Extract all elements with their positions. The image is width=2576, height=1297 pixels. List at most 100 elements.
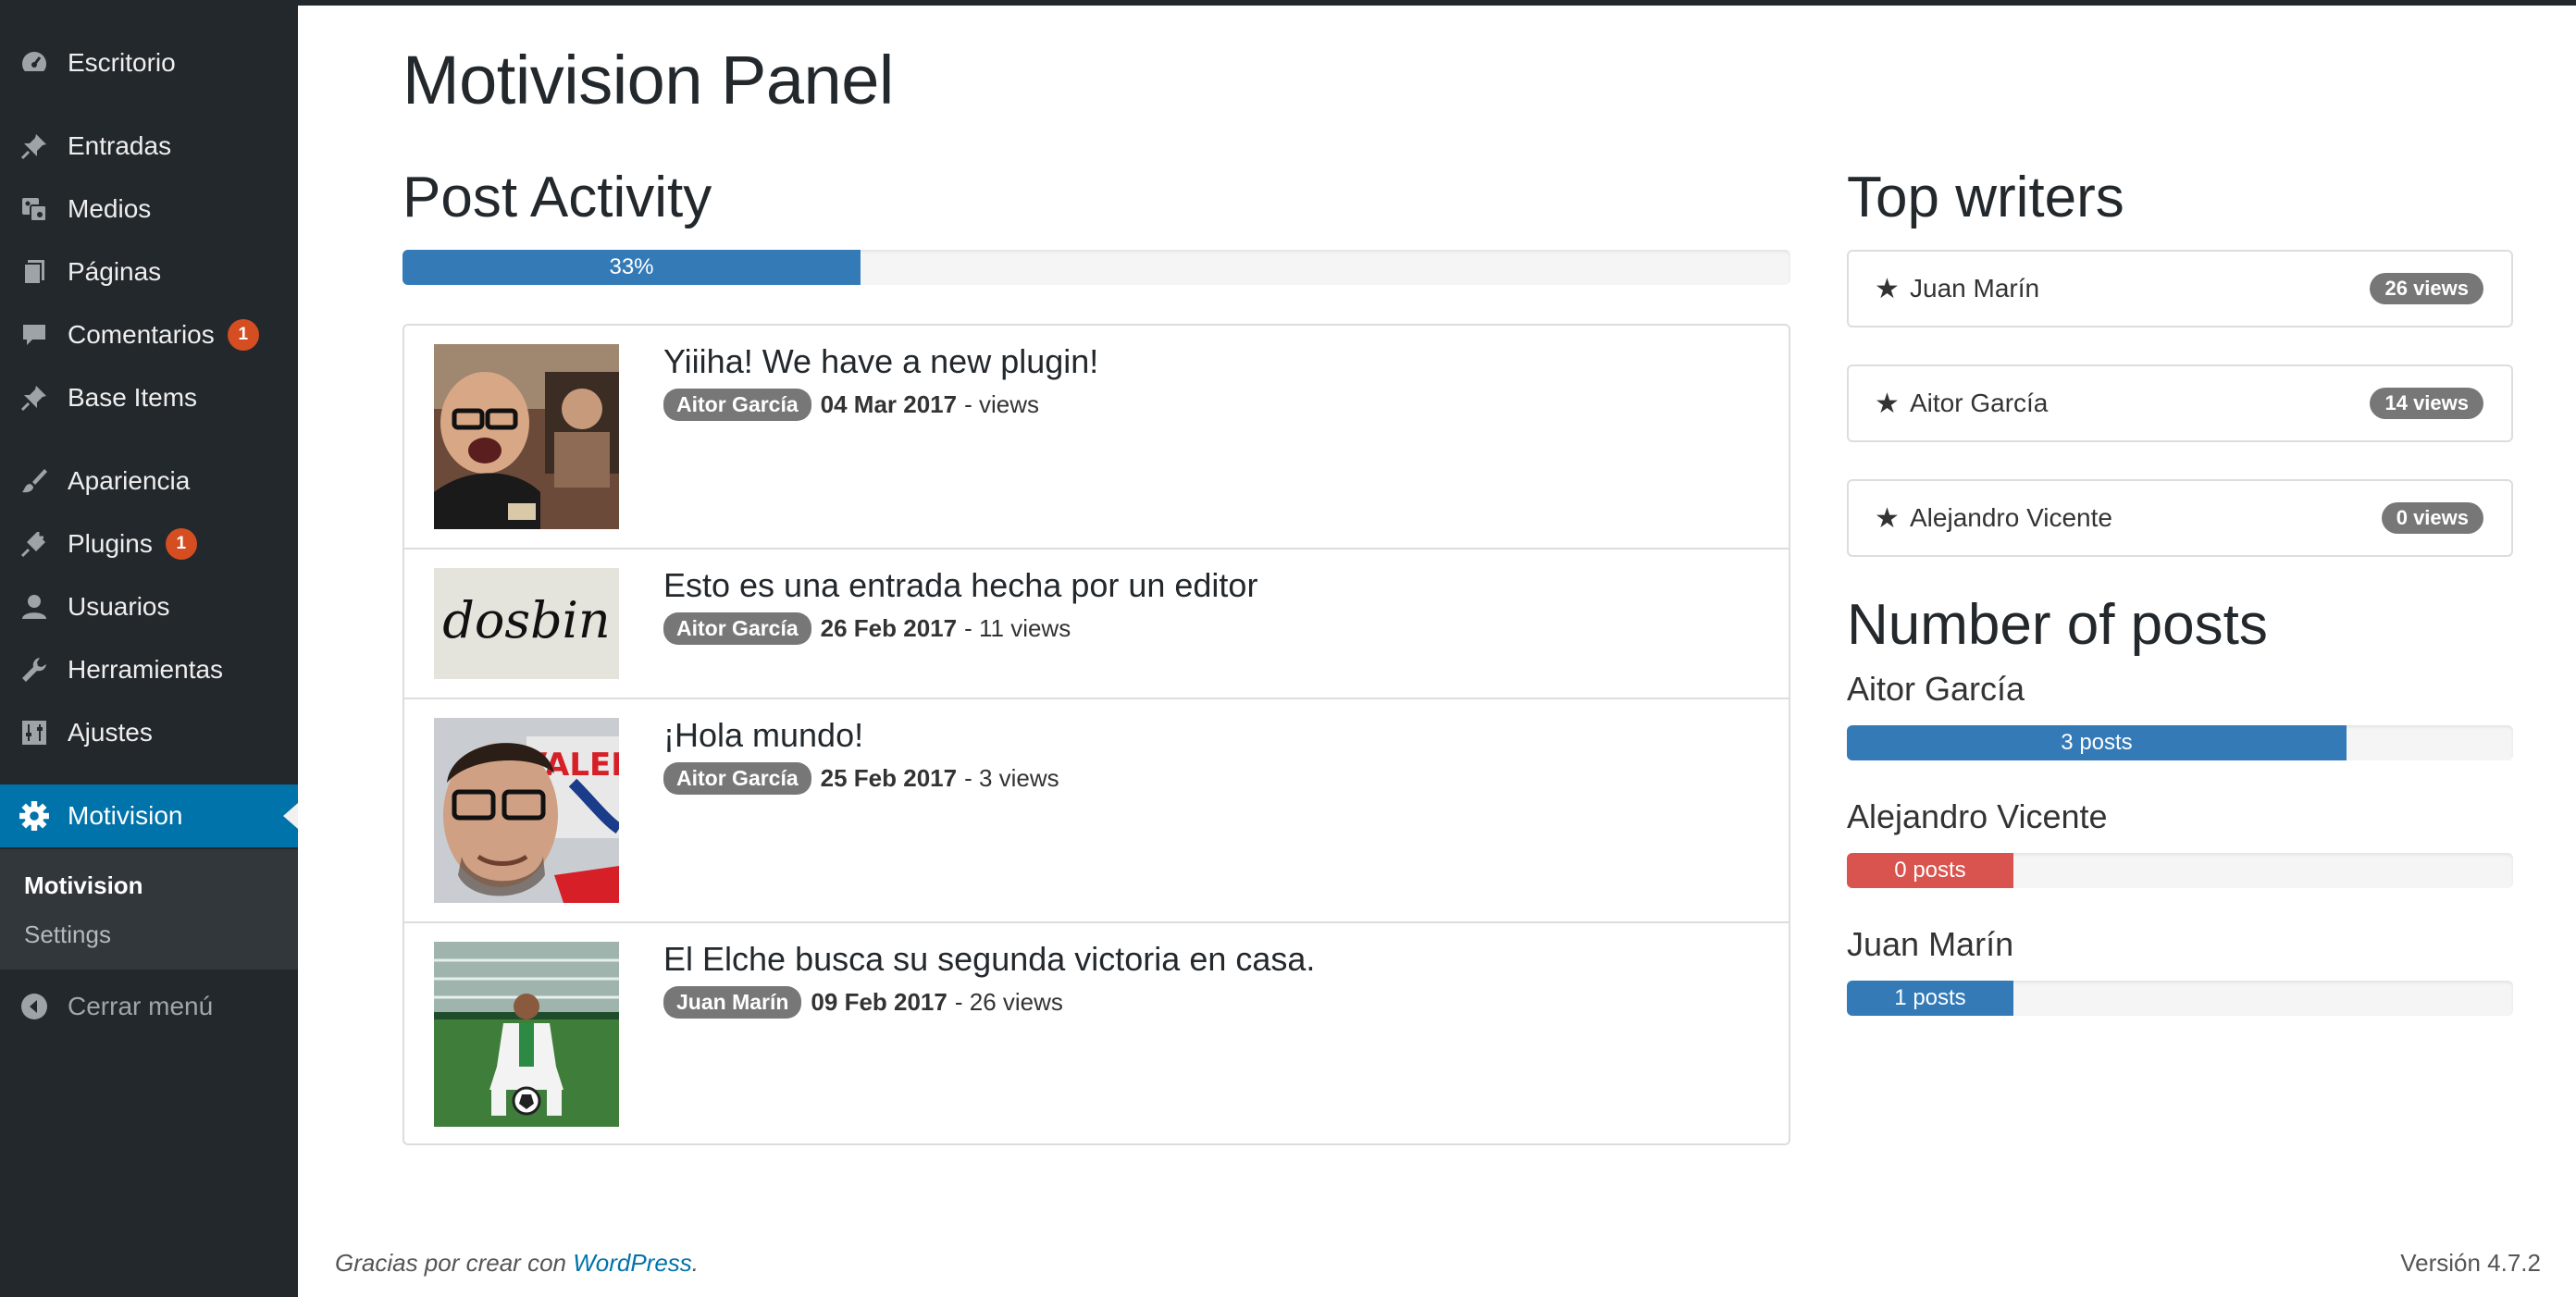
post-views: - 3 views [964, 764, 1059, 792]
post-meta: Aitor García 04 Mar 2017 - views [663, 389, 1046, 421]
author-label[interactable]: Aitor García [663, 762, 811, 795]
post-item: dosbin Esto es una entrada hecha por un … [404, 550, 1789, 699]
posts-count-progress: 1 posts [1847, 981, 2513, 1016]
number-of-posts-title: Number of posts [1847, 593, 2268, 657]
star-icon: ★ [1875, 273, 1900, 304]
menu-item-motivision[interactable]: Motivision [0, 784, 298, 847]
settings-sliders-icon [19, 717, 50, 748]
menu-item-paginas[interactable]: Páginas [0, 241, 298, 303]
menu-item-label: Motivision [68, 801, 183, 830]
gear-icon [19, 800, 50, 832]
writer-card[interactable]: ★ Aitor García 14 views [1847, 364, 2513, 442]
menu-item-base-items[interactable]: Base Items [0, 366, 298, 429]
post-thumbnail[interactable]: VALEN [434, 718, 619, 903]
notification-badge: 1 [227, 319, 259, 351]
menu-item-herramientas[interactable]: Herramientas [0, 638, 298, 701]
comment-icon [19, 319, 50, 351]
menu-item-label: Comentarios [68, 320, 215, 349]
post-date: 04 Mar 2017 [820, 390, 958, 418]
post-activity-progress: 33% [402, 250, 1790, 285]
dashboard-icon [19, 47, 50, 79]
author-name: Juan Marín [1847, 925, 2014, 963]
menu-item-entradas[interactable]: Entradas [0, 115, 298, 178]
post-views: - views [964, 390, 1040, 418]
admin-bar-strip [0, 0, 2576, 6]
writer-card[interactable]: ★ Juan Marín 26 views [1847, 250, 2513, 327]
menu-item-label: Escritorio [68, 48, 176, 77]
post-title-link[interactable]: Yiiiha! We have a new plugin! [663, 342, 1098, 381]
submenu-motivision: Motivision Settings [0, 849, 298, 970]
post-item: VALEN ¡Hola mundo! Aitor García 25 Feb 2… [404, 699, 1789, 923]
footer-thanks-suffix: . [691, 1249, 700, 1277]
posts-count-progress: 3 posts [1847, 725, 2513, 760]
star-icon: ★ [1875, 388, 1900, 419]
menu-item-label: Herramientas [68, 655, 224, 684]
brush-icon [19, 465, 50, 497]
wordpress-link[interactable]: WordPress [573, 1249, 692, 1277]
posts-count-progress-bar: 1 posts [1847, 981, 2013, 1016]
writer-views-badge: 0 views [2381, 502, 2483, 534]
post-thumbnail[interactable]: dosbin [434, 568, 619, 679]
post-views: - 26 views [954, 988, 1063, 1016]
menu-item-label: Apariencia [68, 466, 191, 495]
footer-version: Versión 4.7.2 [2400, 1249, 2541, 1277]
footer-thanks-text: Gracias por crear con [335, 1249, 566, 1277]
dosbin-logo-image: dosbin [434, 568, 619, 679]
star-icon: ★ [1875, 502, 1900, 534]
menu-item-usuarios[interactable]: Usuarios [0, 575, 298, 638]
posts-count-progress-bar: 0 posts [1847, 853, 2013, 888]
thumb-logo-text: dosbin [442, 591, 610, 649]
post-date: 09 Feb 2017 [811, 988, 947, 1016]
menu-item-plugins[interactable]: Plugins 1 [0, 513, 298, 575]
plugin-icon [19, 528, 50, 560]
collapse-menu-button[interactable]: Cerrar menú [0, 975, 298, 1038]
post-views: - 11 views [964, 614, 1071, 642]
post-date: 25 Feb 2017 [820, 764, 958, 792]
writer-name: Alejandro Vicente [1910, 503, 2112, 532]
menu-item-label: Páginas [68, 257, 162, 286]
pin-icon [19, 382, 50, 414]
menu-item-label: Plugins [68, 529, 153, 558]
menu-item-medios[interactable]: Medios [0, 178, 298, 241]
menu-item-escritorio[interactable]: Escritorio [0, 31, 298, 94]
post-thumbnail[interactable] [434, 344, 619, 529]
pages-icon [19, 256, 50, 288]
post-title-link[interactable]: El Elche busca su segunda victoria en ca… [663, 940, 1315, 979]
post-meta: Juan Marín 09 Feb 2017 - 26 views [663, 986, 1071, 1019]
footer-thanks: Gracias por crear con WordPress. [335, 1249, 699, 1278]
writer-views-badge: 14 views [2370, 388, 2483, 419]
page-title: Motivision Panel [402, 42, 894, 118]
post-title-link[interactable]: Esto es una entrada hecha por un editor [663, 566, 1257, 605]
media-icon [19, 193, 50, 225]
top-writers-title: Top writers [1847, 166, 2124, 229]
post-meta: Aitor García 25 Feb 2017 - 3 views [663, 762, 1067, 795]
writer-views-badge: 26 views [2370, 273, 2483, 304]
menu-item-label: Usuarios [68, 592, 170, 621]
post-activity-title: Post Activity [402, 166, 712, 229]
posts-count-progress-bar: 3 posts [1847, 725, 2347, 760]
admin-sidebar: Escritorio Entradas Medios Páginas Comen… [0, 6, 298, 1297]
menu-item-label: Ajustes [68, 718, 153, 747]
author-label[interactable]: Aitor García [663, 389, 811, 421]
portrait-photo-image: VALEN [434, 718, 619, 903]
post-thumbnail[interactable] [434, 942, 619, 1127]
selfie-photo-image [434, 344, 619, 529]
notification-badge: 1 [165, 528, 197, 560]
menu-item-label: Medios [68, 194, 152, 223]
submenu-item-motivision[interactable]: Motivision [24, 871, 143, 900]
football-player-photo-image [434, 942, 619, 1127]
menu-item-comentarios[interactable]: Comentarios 1 [0, 303, 298, 366]
menu-item-apariencia[interactable]: Apariencia [0, 450, 298, 513]
menu-item-ajustes[interactable]: Ajustes [0, 701, 298, 764]
menu-item-label: Base Items [68, 383, 198, 412]
user-icon [19, 591, 50, 623]
author-label[interactable]: Aitor García [663, 612, 811, 645]
writer-name: Aitor García [1910, 389, 2049, 417]
author-name: Alejandro Vicente [1847, 797, 2108, 835]
collapse-menu-label: Cerrar menú [68, 992, 214, 1020]
post-title-link[interactable]: ¡Hola mundo! [663, 716, 863, 755]
posts-count-progress: 0 posts [1847, 853, 2513, 888]
submenu-item-settings[interactable]: Settings [24, 920, 111, 949]
author-label[interactable]: Juan Marín [663, 986, 802, 1019]
writer-card[interactable]: ★ Alejandro Vicente 0 views [1847, 479, 2513, 557]
